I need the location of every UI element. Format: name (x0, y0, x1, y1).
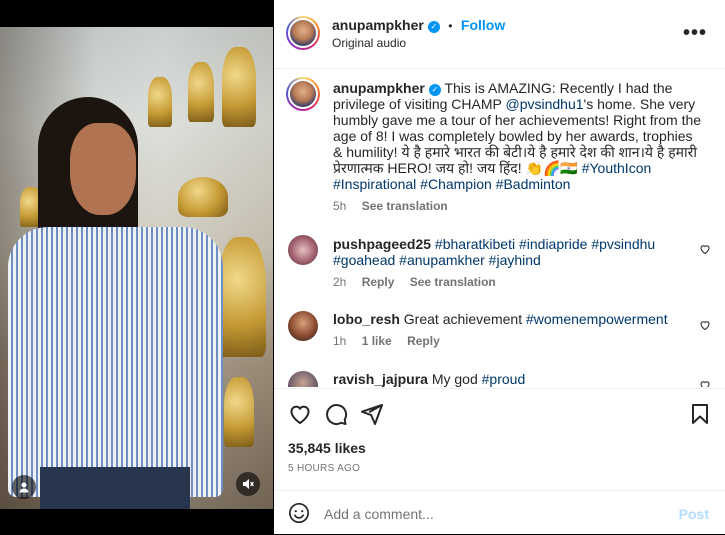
save-bookmark-icon[interactable] (688, 402, 712, 426)
trophy-image (222, 47, 256, 127)
comment-item: pushpageed25 #bharatkibeti #indiapride #… (333, 236, 703, 290)
caption-hashtag[interactable]: @pvsindhu1 (505, 96, 583, 112)
see-translation-link[interactable]: See translation (410, 275, 496, 289)
reply-button[interactable]: Reply (407, 334, 440, 348)
caption-hashtag[interactable]: #YouthIcon (582, 160, 652, 176)
commenter-avatar[interactable] (288, 235, 318, 265)
trophy-image (148, 77, 172, 127)
add-comment-input[interactable]: Add a comment... (324, 506, 434, 522)
audio-mute-icon[interactable] (236, 472, 260, 496)
share-paper-plane-icon[interactable] (360, 402, 384, 426)
post-panel: anupampkher ✓ • Follow Original audio •••… (274, 0, 725, 534)
verified-badge-icon: ✓ (428, 84, 441, 96)
original-audio-link[interactable]: Original audio (332, 36, 406, 50)
see-translation-link[interactable]: See translation (362, 199, 448, 213)
like-comment-heart-icon[interactable] (699, 319, 711, 331)
comment-bubble-icon[interactable] (324, 402, 348, 426)
comment-time[interactable]: 2h (333, 275, 346, 289)
reply-button[interactable]: Reply (362, 275, 395, 289)
caption-author-avatar[interactable] (286, 77, 320, 111)
separator-dot: • (448, 19, 453, 33)
like-heart-icon[interactable] (288, 402, 312, 426)
comment-likes[interactable]: 1 like (362, 334, 392, 348)
user-tags-icon[interactable] (12, 475, 36, 499)
person-face (70, 123, 136, 215)
caption-username[interactable]: anupampkher (333, 80, 425, 96)
post-header: anupampkher ✓ • Follow Original audio ••• (274, 0, 725, 69)
caption-time[interactable]: 5h (333, 199, 346, 213)
like-comment-heart-icon[interactable] (699, 379, 711, 387)
verified-badge-icon: ✓ (427, 21, 440, 33)
comment-item: lobo_resh Great achievement #womenempowe… (333, 311, 703, 349)
trophy-image (178, 177, 228, 217)
emoji-smiley-icon[interactable] (288, 502, 310, 524)
more-options-icon[interactable]: ••• (683, 22, 707, 45)
caption-meta: 5h See translation (333, 198, 703, 214)
comment-username[interactable]: ravish_jajpura (333, 371, 428, 387)
post-media[interactable] (0, 0, 273, 534)
author-username[interactable]: anupampkher (332, 17, 424, 33)
trophy-image (218, 237, 266, 357)
comment-text: My god (431, 371, 482, 387)
comment-username[interactable]: pushpageed25 (333, 236, 431, 252)
comment-meta: 1h 1 like Reply (333, 333, 703, 349)
person-jeans (40, 467, 190, 509)
commenter-avatar[interactable] (288, 311, 318, 341)
trophy-image (224, 377, 254, 447)
comment-hashtag[interactable]: #proud (482, 371, 526, 387)
comment-item: ravish_jajpura My god #proud (333, 371, 703, 387)
like-comment-heart-icon[interactable] (699, 243, 711, 255)
comment-username[interactable]: lobo_resh (333, 311, 400, 327)
caption-hashtag[interactable]: #Badminton (496, 176, 571, 192)
comment-time[interactable]: 1h (333, 334, 346, 348)
comment-text: Great achievement (403, 311, 526, 327)
author-avatar[interactable] (286, 16, 320, 50)
caption-hashtag[interactable]: #Inspirational (333, 176, 416, 192)
caption-hashtag[interactable]: #Champion (420, 176, 492, 192)
likes-count[interactable]: 35,845 likes (288, 440, 366, 456)
video-player[interactable] (0, 27, 273, 509)
comment-hashtag[interactable]: #womenempowerment (526, 311, 668, 327)
post-timestamp[interactable]: 5 HOURS AGO (288, 463, 360, 474)
commenter-avatar[interactable] (288, 371, 318, 387)
comments-section[interactable]: anupampkher ✓ This is AMAZING: Recently I… (274, 69, 725, 387)
person-shirt (8, 227, 223, 497)
follow-button[interactable]: Follow (461, 17, 505, 33)
trophy-image (188, 62, 214, 122)
add-comment-bar: Add a comment... Post (274, 490, 725, 535)
post-caption: anupampkher ✓ This is AMAZING: Recently I… (333, 80, 703, 214)
post-comment-button[interactable]: Post (679, 506, 709, 522)
comment-meta: 2h Reply See translation (333, 274, 703, 290)
caption-text: This is AMAZING: Recently I had the priv… (333, 80, 701, 192)
